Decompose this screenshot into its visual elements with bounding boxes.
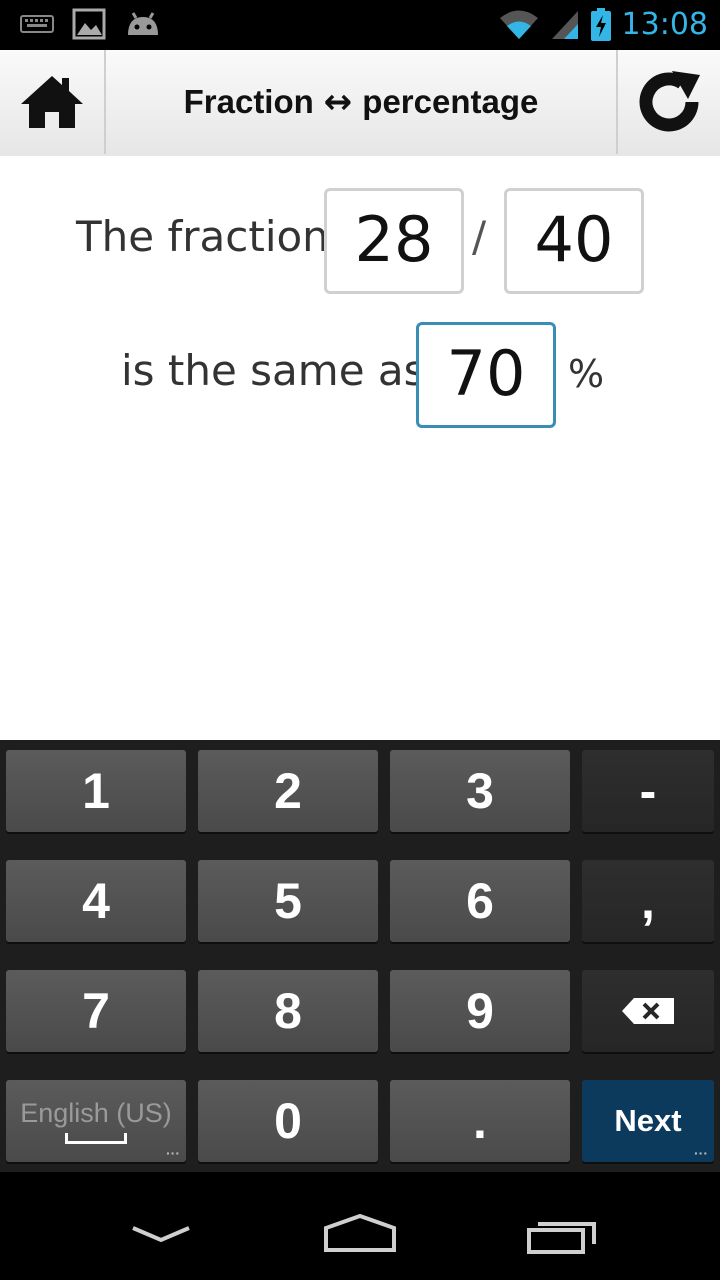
fraction-label: The fraction [76,212,329,261]
wifi-icon [499,10,538,39]
next-label: Next [614,1103,682,1138]
home-icon [21,76,83,128]
denominator-input[interactable]: 40 [504,188,644,294]
language-label: English (US) [20,1098,172,1128]
fraction-slash: / [472,212,487,261]
double-arrow-icon: ↔ [323,82,353,122]
refresh-button[interactable] [616,50,720,154]
key-minus[interactable]: - [582,750,714,832]
fraction-row: The fraction 28 / 40 [0,188,720,294]
key-4[interactable]: 4 [6,860,186,942]
key-backspace[interactable] [582,970,714,1052]
key-language-space[interactable]: English (US) ··· [6,1080,186,1162]
signal-icon [551,11,578,39]
same-as-label: is the same as [121,346,426,395]
back-icon[interactable] [130,1224,192,1246]
page-title: Fraction ↔ percentage [106,50,616,154]
key-8[interactable]: 8 [198,970,378,1052]
keyboard-icon [20,15,54,33]
space-icon [65,1133,127,1144]
title-fraction: Fraction [183,83,314,120]
status-bar: 13:08 [0,0,720,50]
key-comma[interactable]: , [582,860,714,942]
action-bar: Fraction ↔ percentage [0,50,720,158]
percent-sign: % [568,352,605,396]
numeric-keyboard: 1 2 3 - 4 5 6 , 7 8 9 English (US) ··· 0… [0,740,720,1172]
key-7[interactable]: 7 [6,970,186,1052]
more-keys-icon: ··· [166,1145,180,1161]
percentage-input[interactable]: 70 [416,322,556,428]
backspace-icon [622,998,674,1024]
converter-panel: The fraction 28 / 40 is the same as 70 % [0,156,720,740]
next-button[interactable]: Next ··· [582,1080,714,1162]
home-button[interactable] [0,50,106,154]
key-2[interactable]: 2 [198,750,378,832]
key-6[interactable]: 6 [390,860,570,942]
key-period[interactable]: . [390,1080,570,1162]
key-9[interactable]: 9 [390,970,570,1052]
title-percentage: percentage [362,83,539,120]
percentage-row: is the same as 70 % [0,322,720,428]
key-1[interactable]: 1 [6,750,186,832]
battery-charging-icon [590,8,611,41]
image-icon [72,8,106,40]
recent-apps-icon[interactable] [526,1216,598,1254]
more-keys-icon: ··· [694,1145,708,1161]
android-icon [128,12,158,35]
notification-icons [20,8,162,40]
key-0[interactable]: 0 [198,1080,378,1162]
refresh-icon [639,71,700,132]
navigation-bar [0,1172,720,1280]
home-nav-icon[interactable] [322,1212,398,1254]
clock: 13:08 [621,7,708,42]
numerator-input[interactable]: 28 [324,188,464,294]
key-3[interactable]: 3 [390,750,570,832]
system-icons: 13:08 [498,6,708,44]
key-5[interactable]: 5 [198,860,378,942]
